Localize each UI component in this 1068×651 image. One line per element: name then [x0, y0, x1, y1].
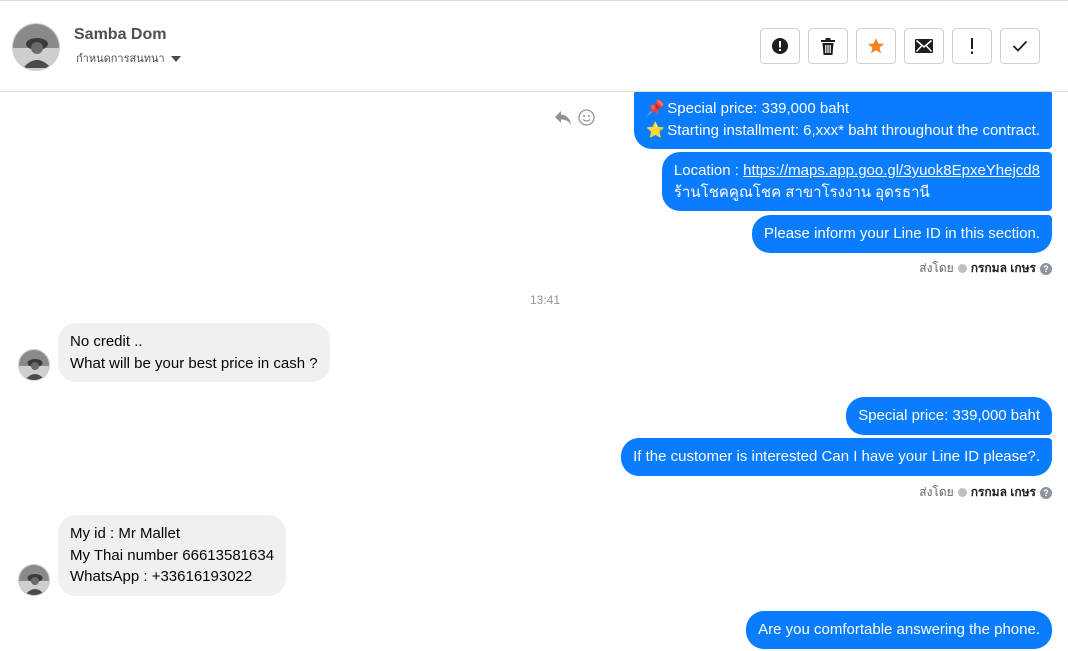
exclamation-circle-icon: [772, 38, 788, 54]
star-button[interactable]: [856, 28, 896, 64]
message-bubble-outgoing[interactable]: Location : https://maps.app.goo.gl/3yuok…: [661, 152, 1052, 211]
message-text: What will be your best price in cash ?: [70, 354, 318, 372]
pushpin-emoji: 📌: [646, 100, 665, 117]
star-emoji: ⭐: [646, 121, 665, 139]
delete-button[interactable]: [808, 28, 848, 64]
follow-up-button[interactable]: [952, 28, 992, 64]
message-thread[interactable]: 📌 Special price: 339,000 baht ⭐ Starting i…: [0, 92, 1068, 651]
contact-name[interactable]: Samba Dom: [74, 26, 166, 44]
sent-by-label: ส่งโดย: [919, 261, 954, 275]
star-icon: [868, 38, 884, 54]
help-icon[interactable]: ?: [1040, 486, 1052, 499]
spam-report-button[interactable]: [760, 28, 800, 64]
message-text: Starting installment: 6,xxx* baht throug…: [667, 121, 1040, 139]
message-text: No credit ..: [70, 333, 143, 350]
message-bubble-outgoing[interactable]: Special price: 339,000 baht: [846, 397, 1052, 435]
contact-avatar[interactable]: [12, 23, 60, 71]
message-bubble-outgoing[interactable]: Please inform your Line ID in this secti…: [752, 215, 1052, 253]
sender-name: กรกมล เกษร: [970, 485, 1036, 499]
message-text: My Thai number 66613581634: [70, 546, 275, 564]
sent-by-info: ส่งโดย กรกมล เกษร ?: [919, 483, 1052, 502]
sent-by-info: ส่งโดย กรกมล เกษร ?: [919, 259, 1052, 278]
message-text: Location :: [673, 162, 744, 179]
message-text: ร้านโชคคูณโชค สาขาโรงงาน อุดรธานี: [673, 183, 930, 201]
message-bubble-outgoing[interactable]: 📌 Special price: 339,000 baht ⭐ Starting i…: [634, 92, 1052, 149]
conversation-status-label: กำหนดการสนทนา: [76, 53, 165, 65]
message-timestamp: 13:41: [529, 293, 561, 307]
message-text: If the customer is interested Can I have…: [633, 448, 1040, 465]
message-text: Special price: 339,000 baht: [858, 407, 1040, 424]
caret-down-icon: [170, 56, 181, 62]
conversation-toolbar: [760, 28, 1040, 64]
emoji-reaction-icon[interactable]: [578, 109, 595, 126]
message-bubble-outgoing[interactable]: If the customer is interested Can I have…: [621, 438, 1052, 476]
exclamation-icon: [971, 38, 973, 54]
message-text: Please inform your Line ID in this secti…: [764, 225, 1040, 242]
envelope-icon: [915, 39, 933, 53]
mark-unread-button[interactable]: [904, 28, 944, 64]
message-actions: [554, 109, 595, 126]
reply-icon[interactable]: [554, 110, 572, 126]
message-bubble-incoming[interactable]: My id : Mr Mallet My Thai number 6661358…: [58, 515, 287, 596]
conversation-header: Samba Dom กำหนดการสนทนา: [0, 3, 1068, 92]
mark-done-button[interactable]: [1000, 28, 1040, 64]
sender-status-icon: [957, 264, 967, 273]
contact-avatar-small: [18, 564, 50, 596]
help-icon[interactable]: ?: [1040, 262, 1052, 275]
conversation-status-dropdown[interactable]: กำหนดการสนทนา: [76, 49, 181, 67]
contact-avatar-small: [18, 349, 50, 381]
message-text: Are you comfortable answering the phone.: [758, 621, 1040, 638]
location-link[interactable]: https://maps.app.goo.gl/3yuok8EpxeYhejcd…: [743, 162, 1040, 179]
sender-name: กรกมล เกษร: [970, 261, 1036, 275]
message-text: Special price: 339,000 baht: [667, 100, 850, 117]
message-text: WhatsApp : +33616193022: [70, 568, 253, 585]
message-text: My id : Mr Mallet: [70, 525, 181, 542]
trash-icon: [821, 37, 835, 55]
message-bubble-outgoing[interactable]: Are you comfortable answering the phone.: [746, 611, 1052, 649]
sender-status-icon: [957, 488, 967, 497]
sent-by-label: ส่งโดย: [919, 485, 954, 499]
checkmark-icon: [1012, 40, 1028, 52]
message-bubble-incoming[interactable]: No credit .. What will be your best pric…: [58, 323, 330, 382]
